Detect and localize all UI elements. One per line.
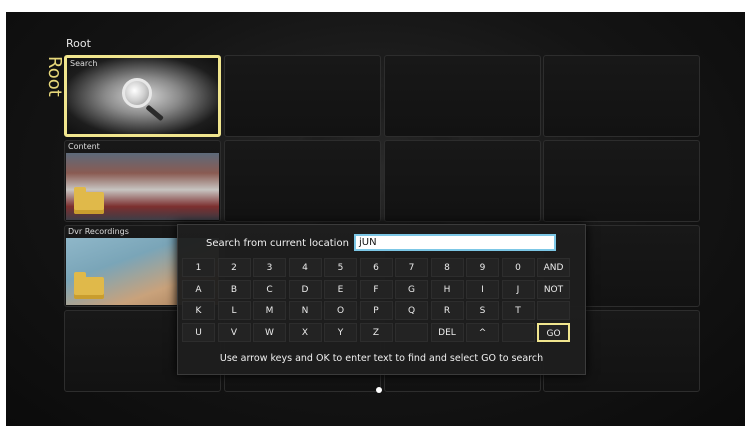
key-blank[interactable] xyxy=(395,322,428,342)
key-del[interactable]: DEL xyxy=(430,322,464,342)
key-v[interactable]: V xyxy=(217,322,251,342)
search-dialog: Search from current location jUN 1234567… xyxy=(177,224,586,375)
key-u[interactable]: U xyxy=(182,322,215,342)
key-l[interactable]: L xyxy=(217,301,251,320)
key-and[interactable]: AND xyxy=(537,258,570,277)
key-g[interactable]: G xyxy=(395,279,428,299)
key-7[interactable]: 7 xyxy=(395,258,428,277)
search-input[interactable]: jUN xyxy=(354,234,556,251)
key-go[interactable]: GO xyxy=(537,322,570,342)
empty-tile[interactable] xyxy=(224,140,381,222)
key-m[interactable]: M xyxy=(253,301,286,320)
tile-title: Search xyxy=(70,59,98,68)
key-p[interactable]: P xyxy=(359,301,393,320)
key-d[interactable]: D xyxy=(288,279,322,299)
key-5[interactable]: 5 xyxy=(324,258,357,277)
search-hint: Use arrow keys and OK to enter text to f… xyxy=(219,353,544,364)
key-9[interactable]: 9 xyxy=(466,258,499,277)
empty-tile[interactable] xyxy=(384,55,541,137)
page-indicator-dot xyxy=(376,387,382,393)
magnifier-icon xyxy=(122,78,152,108)
key-j[interactable]: J xyxy=(501,279,535,299)
key-b[interactable]: B xyxy=(217,279,251,299)
key-6[interactable]: 6 xyxy=(359,258,393,277)
empty-tile[interactable] xyxy=(224,55,381,137)
key-n[interactable]: N xyxy=(288,301,322,320)
key-caret[interactable]: ^ xyxy=(466,322,499,342)
search-label: Search from current location xyxy=(206,238,349,249)
key-f[interactable]: F xyxy=(359,279,393,299)
key-0[interactable]: 0 xyxy=(501,258,535,277)
tile-title: Content xyxy=(68,142,100,151)
tile-content[interactable]: Content xyxy=(64,140,221,222)
key-3[interactable]: 3 xyxy=(253,258,286,277)
key-x[interactable]: X xyxy=(288,322,322,342)
key-k[interactable]: K xyxy=(182,301,215,320)
key-4[interactable]: 4 xyxy=(288,258,322,277)
key-h[interactable]: H xyxy=(430,279,464,299)
key-i[interactable]: I xyxy=(466,279,499,299)
key-y[interactable]: Y xyxy=(324,322,357,342)
side-location-label: Root xyxy=(44,56,65,97)
key-8[interactable]: 8 xyxy=(430,258,464,277)
folder-icon xyxy=(74,272,104,299)
key-not[interactable]: NOT xyxy=(537,279,570,299)
key-blank[interactable] xyxy=(501,322,535,342)
tile-title: Dvr Recordings xyxy=(68,227,129,236)
key-e[interactable]: E xyxy=(324,279,357,299)
key-t[interactable]: T xyxy=(501,301,535,320)
key-r[interactable]: R xyxy=(430,301,464,320)
content-thumbnail xyxy=(66,153,219,220)
magnifier-handle-icon xyxy=(145,104,164,122)
key-s[interactable]: S xyxy=(466,301,499,320)
key-q[interactable]: Q xyxy=(395,301,428,320)
breadcrumb: Root xyxy=(66,37,91,50)
key-blank[interactable] xyxy=(537,301,570,320)
key-z[interactable]: Z xyxy=(359,322,393,342)
empty-tile[interactable] xyxy=(543,140,700,222)
key-2[interactable]: 2 xyxy=(217,258,251,277)
empty-tile[interactable] xyxy=(384,140,541,222)
key-a[interactable]: A xyxy=(182,279,215,299)
folder-icon xyxy=(74,187,104,214)
tile-search[interactable]: Search xyxy=(64,55,221,137)
key-o[interactable]: O xyxy=(324,301,357,320)
key-w[interactable]: W xyxy=(253,322,286,342)
key-c[interactable]: C xyxy=(253,279,286,299)
key-1[interactable]: 1 xyxy=(182,258,215,277)
empty-tile[interactable] xyxy=(543,55,700,137)
